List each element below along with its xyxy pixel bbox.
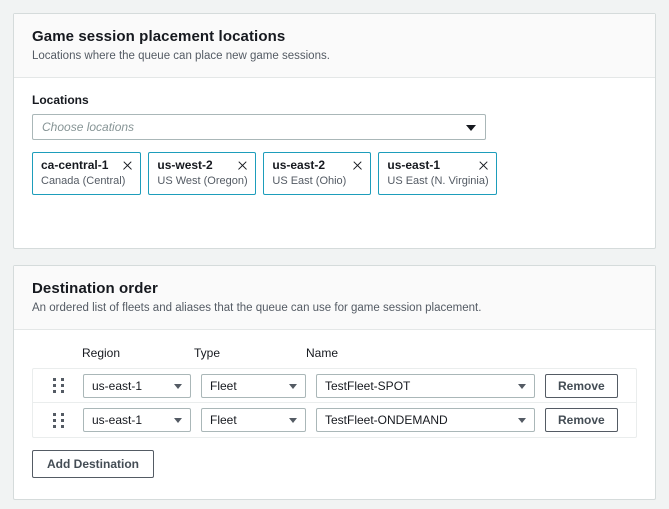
location-chip-description: Canada (Central) (41, 174, 133, 188)
column-header-type: Type (194, 346, 306, 360)
chevron-down-icon (289, 418, 297, 423)
destination-name-value: TestFleet-SPOT (317, 375, 434, 397)
location-chip-code: ca-central-1 (41, 158, 108, 173)
drag-handle-icon[interactable] (45, 409, 71, 431)
destination-name-select[interactable]: TestFleet-SPOT (316, 374, 535, 398)
chevron-down-icon (289, 384, 297, 389)
location-chip-description: US West (Oregon) (157, 174, 248, 188)
destination-name-value: TestFleet-ONDEMAND (317, 409, 472, 431)
destination-order-card: Destination order An ordered list of fle… (13, 265, 656, 500)
destination-type-select[interactable]: Fleet (201, 408, 306, 432)
remove-destination-button[interactable]: Remove (545, 408, 618, 432)
page-root: Game session placement locations Locatio… (0, 0, 669, 509)
chevron-down-icon (174, 418, 182, 423)
destination-type-value: Fleet (202, 409, 261, 431)
destination-region-value: us-east-1 (84, 375, 166, 397)
destination-name-select[interactable]: TestFleet-ONDEMAND (316, 408, 535, 432)
drag-handle-icon[interactable] (45, 375, 71, 397)
location-chip[interactable]: ca-central-1 Canada (Central) (32, 152, 141, 195)
close-icon[interactable] (478, 160, 489, 171)
page-title: Game session placement locations (32, 27, 637, 46)
destination-order-title: Destination order (32, 279, 637, 298)
locations-card-body: Locations Choose locations ca-central-1 … (14, 78, 655, 195)
location-chip-code: us-east-1 (387, 158, 440, 173)
location-chip-description: US East (N. Virginia) (387, 174, 488, 188)
chevron-down-icon (518, 418, 526, 423)
column-header-name: Name (306, 346, 526, 360)
chevron-down-icon (466, 125, 476, 131)
destinations-card-header: Destination order An ordered list of fle… (14, 266, 655, 330)
chevron-down-icon (518, 384, 526, 389)
close-icon[interactable] (352, 160, 363, 171)
add-destination-button[interactable]: Add Destination (32, 450, 154, 478)
destination-table: Region Type Name us-east-1 Fleet (14, 344, 655, 478)
location-chip-description: US East (Ohio) (272, 174, 363, 188)
destination-order-subtitle: An ordered list of fleets and aliases th… (32, 301, 637, 316)
destination-table-header-row: Region Type Name (32, 344, 637, 362)
locations-card-header: Game session placement locations Locatio… (14, 14, 655, 78)
table-row: us-east-1 Fleet TestFleet-SPOT Remove (33, 369, 636, 403)
column-header-region: Region (82, 346, 194, 360)
close-icon[interactable] (122, 160, 133, 171)
location-chip-code: us-east-2 (272, 158, 325, 173)
destination-type-value: Fleet (202, 375, 261, 397)
location-chip-code: us-west-2 (157, 158, 212, 173)
destination-rows: us-east-1 Fleet TestFleet-SPOT Remove (32, 368, 637, 438)
destination-region-value: us-east-1 (84, 409, 166, 431)
remove-destination-button[interactable]: Remove (545, 374, 618, 398)
destination-type-select[interactable]: Fleet (201, 374, 306, 398)
selected-locations-chip-list: ca-central-1 Canada (Central) us-west-2 … (32, 152, 502, 195)
destination-region-select[interactable]: us-east-1 (83, 408, 191, 432)
location-chip[interactable]: us-west-2 US West (Oregon) (148, 152, 256, 195)
locations-field-label: Locations (32, 93, 637, 108)
location-chip[interactable]: us-east-2 US East (Ohio) (263, 152, 371, 195)
chevron-down-icon (174, 384, 182, 389)
close-icon[interactable] (237, 160, 248, 171)
table-row: us-east-1 Fleet TestFleet-ONDEMAND Remov… (33, 403, 636, 437)
locations-select[interactable]: Choose locations (32, 114, 486, 140)
locations-select-placeholder: Choose locations (33, 115, 134, 139)
locations-card-subtitle: Locations where the queue can place new … (32, 49, 637, 64)
location-chip[interactable]: us-east-1 US East (N. Virginia) (378, 152, 496, 195)
destination-region-select[interactable]: us-east-1 (83, 374, 191, 398)
game-session-placement-locations-card: Game session placement locations Locatio… (13, 13, 656, 249)
